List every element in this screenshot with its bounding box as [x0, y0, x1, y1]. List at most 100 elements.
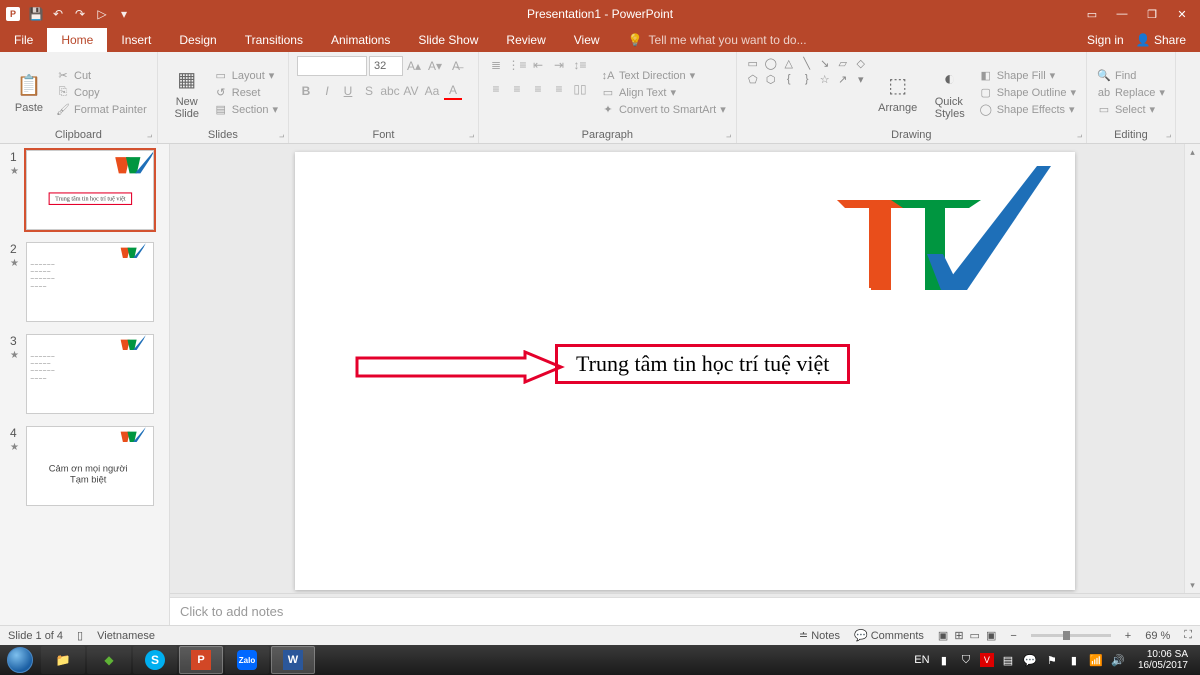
tray-flag-icon[interactable]: ▮	[936, 652, 952, 668]
save-icon[interactable]: 💾	[28, 6, 44, 22]
layout-button[interactable]: ▭Layout ▾	[212, 68, 280, 83]
shape-effects-button[interactable]: ◯Shape Effects ▾	[977, 102, 1078, 117]
replace-button[interactable]: abReplace ▾	[1095, 85, 1167, 100]
new-slide-button[interactable]: ▦ New Slide	[166, 56, 208, 129]
ribbon-options-icon[interactable]: ▭	[1078, 4, 1106, 24]
slide-thumb-3[interactable]: — — — — — —— — — — —— — — — — —— — — —	[26, 334, 154, 414]
qat-customize-icon[interactable]: ▾	[116, 6, 132, 22]
restore-icon[interactable]: ❐	[1138, 4, 1166, 24]
redo-icon[interactable]: ↷	[72, 6, 88, 22]
shape-fill-button[interactable]: ◧Shape Fill ▾	[977, 68, 1078, 83]
font-size-combo[interactable]: 32	[369, 56, 403, 76]
bold-icon[interactable]: B	[297, 82, 315, 100]
comments-toggle[interactable]: 💬 Comments	[854, 629, 924, 642]
tab-file[interactable]: File	[0, 28, 47, 52]
tray-volume-icon[interactable]: 🔊	[1110, 652, 1126, 668]
vertical-scrollbar[interactable]: ▴ ▾	[1184, 144, 1200, 593]
zoom-out-icon[interactable]: −	[1010, 630, 1016, 642]
close-icon[interactable]: ✕	[1168, 4, 1196, 24]
reading-view-icon[interactable]: ▭	[970, 629, 980, 642]
spellcheck-icon[interactable]: ▯	[77, 629, 83, 642]
paste-button[interactable]: 📋 Paste	[8, 56, 50, 129]
notes-toggle[interactable]: ≐ Notes	[799, 629, 840, 642]
task-explorer[interactable]: 📁	[41, 646, 85, 674]
increase-font-icon[interactable]: A▴	[405, 57, 423, 75]
slide-thumb-2[interactable]: — — — — — —— — — — —— — — — — —— — — —	[26, 242, 154, 322]
slide-canvas[interactable]: Trung tâm tin học trí tuệ việt	[295, 152, 1075, 590]
ttv-logo[interactable]	[837, 158, 1057, 298]
sign-in-link[interactable]: Sign in	[1087, 33, 1124, 47]
reset-button[interactable]: ↺Reset	[212, 85, 280, 100]
decrease-indent-icon[interactable]: ⇤	[529, 56, 547, 74]
notes-pane[interactable]: Click to add notes	[170, 597, 1200, 625]
sorter-view-icon[interactable]: ⊞	[954, 629, 963, 642]
shape-outline-button[interactable]: ▢Shape Outline ▾	[977, 85, 1078, 100]
change-case-icon[interactable]: Aa	[423, 82, 441, 100]
char-spacing-icon[interactable]: AV	[402, 82, 420, 100]
cut-button[interactable]: ✂Cut	[54, 68, 149, 83]
tray-lang[interactable]: EN	[914, 652, 930, 668]
slide-thumb-1[interactable]: Trung tâm tin học trí tuệ việt	[26, 150, 154, 230]
clear-format-icon[interactable]: A̶	[447, 57, 465, 75]
shadow-icon[interactable]: S	[360, 82, 378, 100]
shapes-gallery[interactable]: ▭◯△╲↘▱◇ ⬠⬡{}☆↗▾	[745, 56, 869, 129]
tab-slideshow[interactable]: Slide Show	[404, 28, 492, 52]
title-text-box[interactable]: Trung tâm tin học trí tuệ việt	[555, 344, 850, 384]
zoom-slider[interactable]	[1031, 634, 1111, 637]
underline-icon[interactable]: U	[339, 82, 357, 100]
task-coccoc[interactable]: ◆	[87, 646, 131, 674]
task-powerpoint[interactable]: P	[179, 646, 223, 674]
italic-icon[interactable]: I	[318, 82, 336, 100]
section-button[interactable]: ▤Section ▾	[212, 102, 280, 117]
tab-view[interactable]: View	[560, 28, 614, 52]
align-center-icon[interactable]: ≡	[508, 80, 526, 98]
language-indicator[interactable]: Vietnamese	[97, 630, 155, 642]
tell-me-search[interactable]: 💡Tell me what you want to do...	[614, 28, 807, 52]
tray-wifi-icon[interactable]: 📶	[1088, 652, 1104, 668]
align-text-button[interactable]: ▭Align Text ▾	[599, 85, 728, 100]
justify-icon[interactable]: ≡	[550, 80, 568, 98]
line-spacing-icon[interactable]: ↕≡	[571, 56, 589, 74]
tab-animations[interactable]: Animations	[317, 28, 404, 52]
tab-design[interactable]: Design	[165, 28, 230, 52]
tray-clock[interactable]: 10:06 SA 16/05/2017	[1132, 649, 1194, 671]
text-direction-button[interactable]: ↕AText Direction ▾	[599, 68, 728, 83]
select-button[interactable]: ▭Select ▾	[1095, 102, 1167, 117]
font-family-combo[interactable]	[297, 56, 367, 76]
font-color-icon[interactable]: A	[444, 82, 462, 100]
quick-styles-button[interactable]: ◐ Quick Styles	[927, 56, 973, 129]
slideshow-view-icon[interactable]: ▣	[986, 629, 996, 642]
arrange-button[interactable]: ⬚ Arrange	[873, 56, 923, 129]
tray-bars-icon[interactable]: ▮	[1066, 652, 1082, 668]
undo-icon[interactable]: ↶	[50, 6, 66, 22]
start-from-beginning-icon[interactable]: ▷	[94, 6, 110, 22]
tab-transitions[interactable]: Transitions	[231, 28, 317, 52]
strike-icon[interactable]: abc	[381, 82, 399, 100]
tray-unikey-icon[interactable]: V	[980, 653, 994, 667]
task-zalo[interactable]: Zalo	[225, 646, 269, 674]
align-left-icon[interactable]: ≡	[487, 80, 505, 98]
align-right-icon[interactable]: ≡	[529, 80, 547, 98]
slide-counter[interactable]: Slide 1 of 4	[8, 630, 63, 642]
numbering-icon[interactable]: ⋮≡	[508, 56, 526, 74]
find-button[interactable]: 🔍Find	[1095, 68, 1167, 83]
slide-thumb-4[interactable]: Cảm ơn mọi người Tạm biệt	[26, 426, 154, 506]
slide-thumbnail-pane[interactable]: 1 ★ Trung tâm tin học trí tuệ việt 2 ★ —…	[0, 144, 170, 625]
columns-icon[interactable]: ▯▯	[571, 80, 589, 98]
scroll-up-icon[interactable]: ▴	[1185, 144, 1200, 160]
fit-to-window-icon[interactable]: ⛶	[1184, 629, 1192, 642]
tab-review[interactable]: Review	[492, 28, 559, 52]
task-word[interactable]: W	[271, 646, 315, 674]
format-painter-button[interactable]: 🖌Format Painter	[54, 102, 149, 117]
bullets-icon[interactable]: ≣	[487, 56, 505, 74]
copy-button[interactable]: ⎘Copy	[54, 85, 149, 100]
scroll-down-icon[interactable]: ▾	[1185, 577, 1200, 593]
normal-view-icon[interactable]: ▣	[938, 629, 948, 642]
tab-home[interactable]: Home	[47, 28, 107, 52]
convert-smartart-button[interactable]: ✦Convert to SmartArt ▾	[599, 102, 728, 117]
tray-shield-icon[interactable]: ⛉	[958, 652, 974, 668]
tray-chat-icon[interactable]: 💬	[1022, 652, 1038, 668]
minimize-icon[interactable]: —	[1108, 4, 1136, 24]
start-button[interactable]	[0, 645, 40, 675]
tray-action-icon[interactable]: ⚑	[1044, 652, 1060, 668]
